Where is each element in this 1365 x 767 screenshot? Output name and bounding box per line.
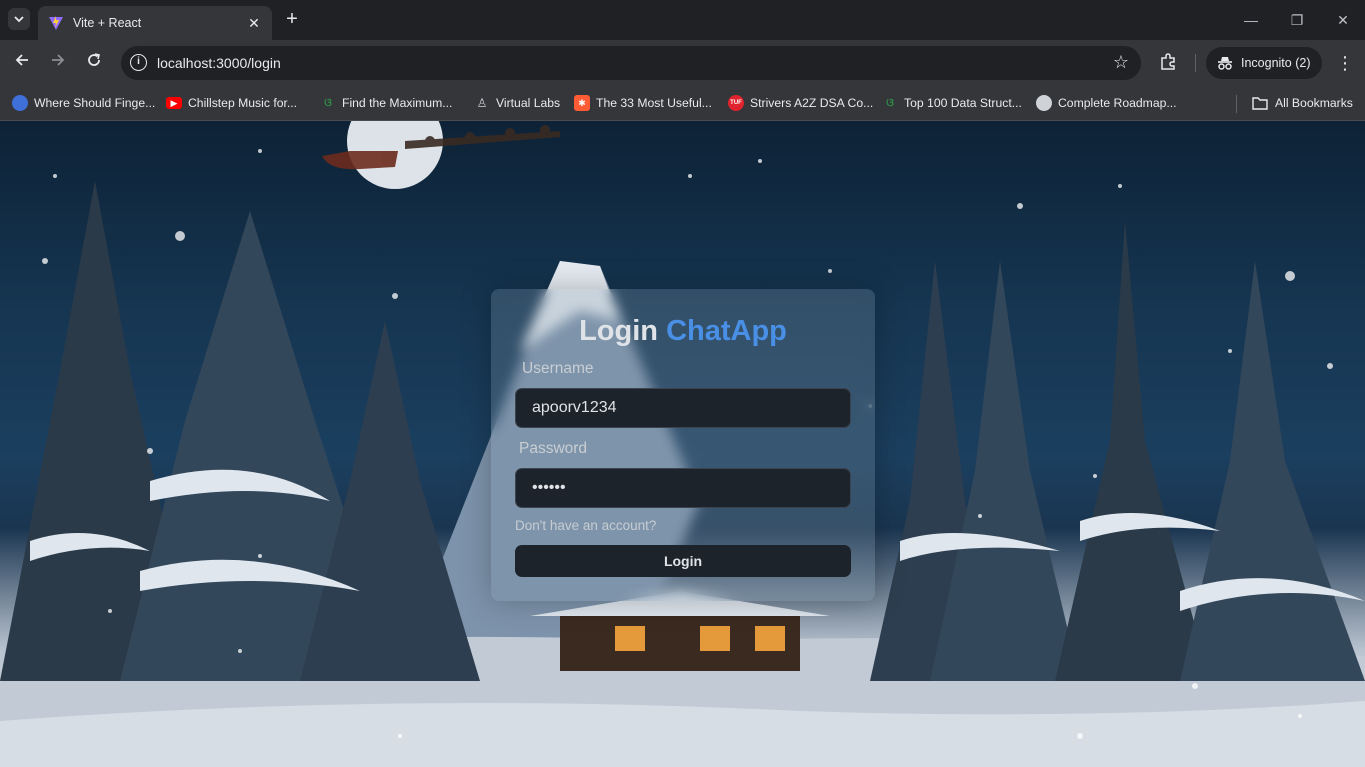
arrow-left-icon — [15, 54, 28, 66]
browser-tab[interactable]: Vite + React ✕ — [38, 6, 272, 40]
incognito-profile-button[interactable]: Incognito (2) — [1206, 47, 1322, 79]
browser-toolbar: i localhost:3000/login ☆ Incognito (2) ⋮ — [0, 40, 1365, 86]
username-label: Username — [522, 360, 594, 377]
folder-icon — [1252, 97, 1268, 110]
address-bar[interactable]: i localhost:3000/login ☆ — [121, 46, 1141, 80]
bookmark-item[interactable]: ♙ Virtual Labs — [474, 93, 561, 113]
toolbar-divider — [1195, 54, 1196, 72]
puzzle-icon — [1161, 53, 1175, 70]
virtual-labs-icon: ♙ — [476, 96, 488, 110]
login-button[interactable]: Login — [515, 545, 851, 577]
login-page: Login ChatApp Username apoorv1234 Passwo… — [0, 121, 1365, 767]
tab-strip: Vite + React ✕ + — ❐ ✕ — [0, 0, 1365, 40]
bookmark-item[interactable]: ଓ Top 100 Data Struct... — [882, 93, 1022, 113]
bookmark-label: Where Should Finge... — [34, 96, 156, 110]
chevron-down-icon — [14, 16, 24, 23]
bookmark-label: Virtual Labs — [496, 96, 561, 110]
vite-logo-icon — [49, 16, 63, 30]
login-heading: Login ChatApp — [491, 315, 875, 348]
bookmark-label: The 33 Most Useful... — [596, 96, 712, 110]
tuf-icon: TUF — [728, 95, 744, 111]
reload-icon — [88, 53, 100, 66]
bookmark-label: Strivers A2Z DSA Co... — [750, 96, 874, 110]
bookmark-item[interactable]: Where Should Finge... — [12, 93, 155, 113]
reload-button[interactable] — [83, 52, 105, 74]
bookmark-item[interactable]: Complete Roadmap... — [1036, 93, 1177, 113]
password-label: Password — [519, 440, 588, 457]
profile-label: Incognito (2) — [1241, 56, 1311, 70]
close-window-icon[interactable]: ✕ — [1333, 10, 1353, 30]
bookmarks-divider — [1236, 95, 1237, 113]
signup-link[interactable]: Don't have an account? — [515, 518, 656, 533]
more-menu-icon[interactable]: ⋮ — [1336, 51, 1354, 75]
bookmark-label: Top 100 Data Struct... — [904, 96, 1022, 110]
brand-name: ChatApp — [666, 315, 787, 347]
bookmark-label: Complete Roadmap... — [1058, 96, 1177, 110]
bookmarks-bar: Where Should Finge... ▶ Chillstep Music … — [0, 86, 1365, 121]
extensions-button[interactable] — [1158, 52, 1180, 74]
bookmark-item[interactable]: ଓ Find the Maximum... — [320, 93, 452, 113]
pine-trees-right — [870, 221, 1365, 681]
site-info-icon[interactable]: i — [130, 54, 147, 71]
incognito-icon — [1218, 57, 1232, 70]
all-bookmarks-label: All Bookmarks — [1275, 96, 1353, 110]
back-button[interactable] — [11, 52, 33, 74]
bookmark-item[interactable]: ✱ The 33 Most Useful... — [574, 93, 712, 113]
youtube-icon: ▶ — [166, 97, 182, 109]
bookmark-item[interactable]: TUF Strivers A2Z DSA Co... — [728, 93, 873, 113]
globe-icon — [1036, 95, 1052, 111]
url-text[interactable]: localhost:3000/login — [157, 55, 281, 71]
minimize-icon[interactable]: — — [1241, 10, 1261, 30]
password-input[interactable]: •••••• — [515, 468, 851, 508]
login-card: Login ChatApp Username apoorv1234 Passwo… — [491, 289, 875, 601]
globe-blue-icon — [12, 95, 28, 111]
close-tab-icon[interactable]: ✕ — [246, 15, 262, 31]
hubspot-icon: ✱ — [574, 95, 590, 111]
forward-button[interactable] — [47, 52, 69, 74]
gfg-icon: ଓ — [886, 96, 894, 109]
restore-icon[interactable]: ❐ — [1287, 10, 1307, 30]
all-bookmarks-button[interactable]: All Bookmarks — [1252, 93, 1353, 113]
bookmark-label: Find the Maximum... — [342, 96, 453, 110]
tab-search-button[interactable] — [8, 8, 30, 30]
pine-trees-left — [0, 181, 480, 681]
username-input[interactable]: apoorv1234 — [515, 388, 851, 428]
bookmark-label: Chillstep Music for... — [188, 96, 298, 110]
gfg-icon: ଓ — [324, 96, 332, 109]
arrow-right-icon — [52, 54, 65, 66]
bookmark-star-icon[interactable]: ☆ — [1113, 52, 1129, 73]
new-tab-button[interactable]: + — [282, 9, 302, 29]
login-title-text: Login — [579, 315, 659, 347]
bookmark-item[interactable]: ▶ Chillstep Music for... — [166, 93, 297, 113]
tab-title: Vite + React — [73, 16, 142, 30]
